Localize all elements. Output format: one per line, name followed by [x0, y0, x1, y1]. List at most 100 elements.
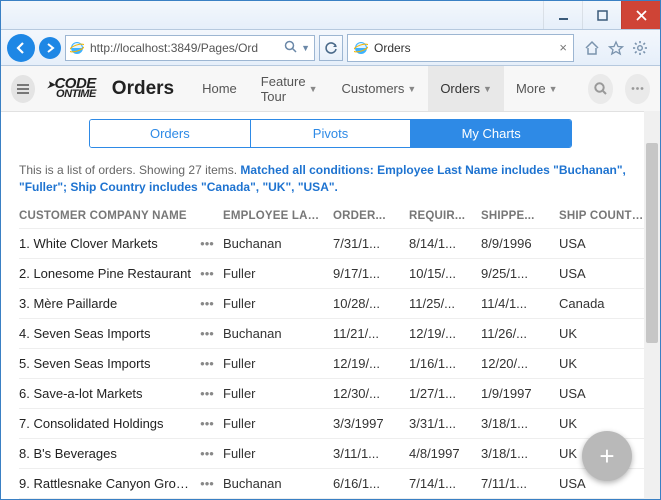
window-close-button[interactable]: [621, 1, 660, 29]
cell-required-date: 12/19/...: [409, 326, 481, 341]
cell-ship-country: USA: [559, 236, 652, 251]
cell-ship-country: UK: [559, 416, 652, 431]
row-menu-button[interactable]: •••: [199, 386, 223, 401]
app-search-button[interactable]: [588, 74, 613, 104]
vertical-scrollbar[interactable]: [644, 111, 660, 499]
table-row[interactable]: 6. Save-a-lot Markets•••Fuller12/30/...1…: [19, 378, 660, 408]
row-menu-button[interactable]: •••: [199, 266, 223, 281]
cell-required-date: 1/27/1...: [409, 386, 481, 401]
address-bar[interactable]: ▼: [65, 35, 315, 61]
window-minimize-button[interactable]: [543, 1, 582, 29]
ie-logo-icon: [354, 41, 368, 55]
main-nav: Home Feature Tour▼ Customers▼ Orders▼ Mo…: [190, 66, 569, 111]
table-row[interactable]: 7. Consolidated Holdings•••Fuller3/3/199…: [19, 408, 660, 438]
col-order-date[interactable]: ORDER...: [333, 210, 409, 222]
app-logo[interactable]: ➤CODEONTIME: [47, 77, 96, 100]
col-company[interactable]: CUSTOMER COMPANY NAME: [19, 210, 199, 222]
row-menu-button[interactable]: •••: [199, 236, 223, 251]
row-menu-button[interactable]: •••: [199, 296, 223, 311]
window-maximize-button[interactable]: [582, 1, 621, 29]
cell-shipped-date: 9/25/1...: [481, 266, 559, 281]
page-title: Orders: [112, 78, 174, 100]
tab-orders[interactable]: Orders: [90, 120, 250, 147]
cell-order-date: 12/19/...: [333, 356, 409, 371]
cell-company: 5. Seven Seas Imports: [19, 356, 199, 371]
settings-gear-icon[interactable]: [632, 40, 648, 56]
cell-employee: Buchanan: [223, 326, 333, 341]
cell-employee: Fuller: [223, 266, 333, 281]
row-menu-button[interactable]: •••: [199, 356, 223, 371]
add-fab-button[interactable]: +: [582, 431, 632, 481]
home-icon[interactable]: [584, 40, 600, 56]
search-icon[interactable]: [284, 40, 297, 56]
cell-order-date: 11/21/...: [333, 326, 409, 341]
url-input[interactable]: [88, 40, 280, 56]
cell-shipped-date: 3/18/1...: [481, 446, 559, 461]
cell-ship-country: UK: [559, 356, 652, 371]
table-row[interactable]: 4. Seven Seas Imports•••Buchanan11/21/..…: [19, 318, 660, 348]
cell-employee: Fuller: [223, 356, 333, 371]
browser-back-button[interactable]: [7, 34, 35, 62]
table-row[interactable]: 9. Rattlesnake Canyon Groc...•••Buchanan…: [19, 468, 660, 498]
summary-prefix: This is a list of orders. Showing 27 ite…: [19, 163, 240, 177]
menu-button[interactable]: [11, 75, 35, 103]
cell-shipped-date: 3/18/1...: [481, 416, 559, 431]
cell-ship-country: Canada: [559, 296, 652, 311]
view-tabs: Orders Pivots My Charts: [89, 119, 572, 148]
orders-grid: CUSTOMER COMPANY NAME EMPLOYEE LAST N...…: [1, 206, 660, 499]
cell-company: 2. Lonesome Pine Restaurant: [19, 266, 199, 281]
nav-orders[interactable]: Orders▼: [428, 66, 504, 111]
col-shipped-date[interactable]: SHIPPE...: [481, 210, 559, 222]
chevron-down-icon: ▼: [407, 84, 416, 94]
table-row[interactable]: 2. Lonesome Pine Restaurant•••Fuller9/17…: [19, 258, 660, 288]
content-area: Orders Pivots My Charts This is a list o…: [1, 111, 660, 499]
row-menu-button[interactable]: •••: [199, 326, 223, 341]
table-row[interactable]: 1. White Clover Markets•••Buchanan7/31/1…: [19, 228, 660, 258]
scrollbar-thumb[interactable]: [646, 143, 658, 343]
url-dropdown-icon[interactable]: ▼: [301, 43, 310, 53]
browser-tab[interactable]: Orders ×: [347, 34, 574, 62]
tab-close-icon[interactable]: ×: [559, 40, 567, 55]
cell-order-date: 12/30/...: [333, 386, 409, 401]
window-titlebar: [1, 1, 660, 30]
chevron-down-icon: ▼: [549, 84, 558, 94]
chevron-down-icon: ▼: [483, 84, 492, 94]
filter-summary: This is a list of orders. Showing 27 ite…: [1, 158, 660, 206]
grid-header: CUSTOMER COMPANY NAME EMPLOYEE LAST N...…: [19, 206, 660, 228]
cell-employee: Buchanan: [223, 236, 333, 251]
col-required-date[interactable]: REQUIR...: [409, 210, 481, 222]
cell-required-date: 8/14/1...: [409, 236, 481, 251]
cell-shipped-date: 7/11/1...: [481, 476, 559, 491]
tab-my-charts[interactable]: My Charts: [410, 120, 571, 147]
browser-refresh-button[interactable]: [319, 35, 343, 61]
nav-feature-tour[interactable]: Feature Tour▼: [249, 66, 330, 111]
browser-forward-button[interactable]: [39, 37, 61, 59]
table-row[interactable]: 5. Seven Seas Imports•••Fuller12/19/...1…: [19, 348, 660, 378]
row-menu-button[interactable]: •••: [199, 446, 223, 461]
tab-pivots[interactable]: Pivots: [250, 120, 411, 147]
nav-more[interactable]: More▼: [504, 66, 570, 111]
col-ship-country[interactable]: SHIP COUNTRY: [559, 210, 652, 222]
table-row[interactable]: 10. Save-a-lot Markets•••Buchanan7/22/1.…: [19, 498, 660, 499]
cell-shipped-date: 11/4/1...: [481, 296, 559, 311]
tab-title: Orders: [374, 41, 553, 55]
cell-company: 8. B's Beverages: [19, 446, 199, 461]
table-row[interactable]: 3. Mère Paillarde•••Fuller10/28/...11/25…: [19, 288, 660, 318]
row-menu-button[interactable]: •••: [199, 416, 223, 431]
cell-company: 4. Seven Seas Imports: [19, 326, 199, 341]
cell-company: 1. White Clover Markets: [19, 236, 199, 251]
cell-ship-country: USA: [559, 386, 652, 401]
cell-required-date: 1/16/1...: [409, 356, 481, 371]
nav-customers[interactable]: Customers▼: [330, 66, 429, 111]
nav-home[interactable]: Home: [190, 66, 249, 111]
app-more-button[interactable]: [625, 74, 650, 104]
cell-company: 7. Consolidated Holdings: [19, 416, 199, 431]
col-employee[interactable]: EMPLOYEE LAST N...: [223, 210, 333, 222]
table-row[interactable]: 8. B's Beverages•••Fuller3/11/1...4/8/19…: [19, 438, 660, 468]
favorites-icon[interactable]: [608, 40, 624, 56]
app-header: ➤CODEONTIME Orders Home Feature Tour▼ Cu…: [1, 66, 660, 112]
cell-employee: Fuller: [223, 446, 333, 461]
cell-shipped-date: 12/20/...: [481, 356, 559, 371]
row-menu-button[interactable]: •••: [199, 476, 223, 491]
cell-order-date: 3/11/1...: [333, 446, 409, 461]
